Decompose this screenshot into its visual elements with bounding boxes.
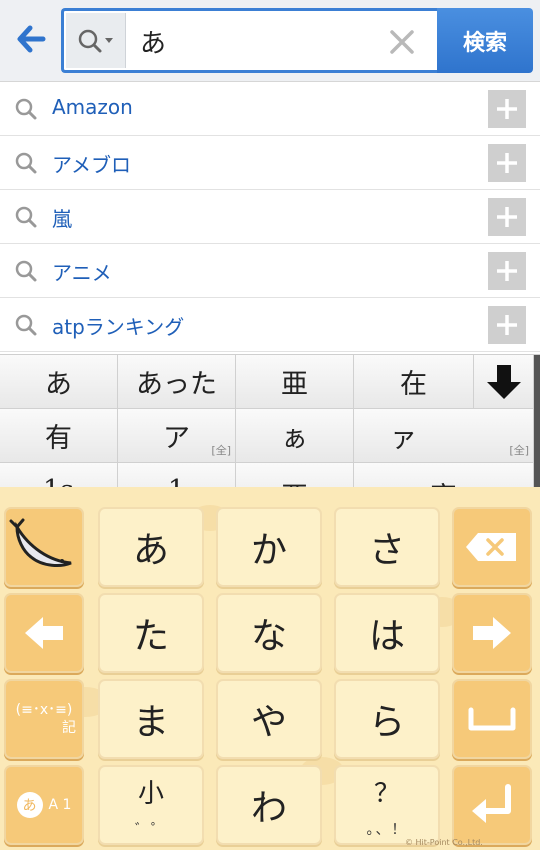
fish-theme-key[interactable]: [4, 507, 84, 587]
fish-icon: [9, 518, 72, 567]
suggestion-text: Amazon: [52, 95, 133, 119]
search-icon: [15, 98, 37, 120]
candidate-text: ぁ: [281, 423, 308, 454]
candidate-item[interactable]: 1s: [0, 463, 118, 488]
suggestion-item[interactable]: Amazon: [0, 82, 540, 136]
search-submit-button[interactable]: 検索: [437, 8, 533, 73]
plus-icon: [497, 207, 517, 227]
scrollbar[interactable]: [534, 355, 540, 488]
candidate-row: 1s 1 亜 宇: [0, 463, 540, 488]
key-punctuation[interactable]: ？ 。、！: [334, 765, 440, 845]
suggestion-item[interactable]: atpランキング: [0, 298, 540, 352]
expand-candidates-button[interactable]: [474, 355, 534, 409]
candidate-item[interactable]: ァ [全]: [354, 409, 534, 463]
key-ta[interactable]: た: [98, 593, 204, 673]
candidate-text: ア: [163, 423, 190, 454]
append-suggestion-button[interactable]: [488, 306, 526, 344]
candidate-item[interactable]: 宇: [354, 463, 534, 488]
key-ra[interactable]: ら: [334, 679, 440, 759]
key-small-label: 小: [137, 779, 164, 809]
suggestion-text: アニメ: [52, 261, 112, 285]
plus-icon: [497, 261, 517, 281]
plus-icon: [497, 153, 517, 173]
cursor-right-key[interactable]: [452, 593, 532, 673]
symbol-key[interactable]: (≡･x･≡) 記: [4, 679, 84, 759]
suggestion-list: Amazon アメブロ 嵐 アニメ atpランキング: [0, 82, 540, 352]
search-icon: [78, 29, 113, 52]
candidate-text: ァ: [390, 423, 417, 454]
candidate-item[interactable]: 1: [118, 463, 236, 488]
candidate-text: 有: [45, 423, 72, 454]
search-bar: あ 検索: [0, 0, 540, 82]
key-question-label: ？: [373, 779, 400, 809]
back-button[interactable]: [10, 18, 52, 60]
candidate-item[interactable]: ぁ: [236, 409, 354, 463]
search-icon: [15, 206, 37, 228]
key-dakuten[interactable]: 小 ゛゜: [98, 765, 204, 845]
candidate-row: あ あった 亜 在: [0, 355, 540, 409]
suggestion-item[interactable]: アメブロ: [0, 136, 540, 190]
suggestion-text: 嵐: [52, 207, 72, 231]
candidate-panel: あ あった 亜 在 有 ア [全] ぁ ァ [全] 1s 1 亜 宇: [0, 354, 540, 488]
arrow-left-icon: [25, 617, 63, 649]
fullwidth-tag: [全]: [211, 444, 231, 457]
space-key[interactable]: [452, 679, 532, 759]
append-suggestion-button[interactable]: [488, 198, 526, 236]
clear-button[interactable]: [385, 25, 419, 59]
suggestion-text: atpランキング: [52, 315, 185, 339]
mode-kana-indicator: あ: [16, 792, 43, 818]
symbol-key-sub: 記: [62, 720, 76, 736]
search-icon: [15, 314, 37, 336]
suggestion-item[interactable]: アニメ: [0, 244, 540, 298]
search-field[interactable]: あ: [61, 8, 439, 73]
input-mode-key[interactable]: あ A 1: [4, 765, 84, 845]
key-ya[interactable]: や: [216, 679, 322, 759]
cursor-left-key[interactable]: [4, 593, 84, 673]
candidate-item[interactable]: あった: [118, 355, 236, 409]
search-scope-dropdown[interactable]: [66, 13, 126, 68]
candidate-item[interactable]: 亜: [236, 463, 354, 488]
symbol-key-label: (≡･x･≡): [15, 701, 73, 718]
suggestion-item[interactable]: 嵐: [0, 190, 540, 244]
copyright-text: © Hit-Point Co.,Ltd.: [405, 838, 483, 847]
chevron-down-icon: [104, 37, 113, 43]
fullwidth-tag: [全]: [509, 444, 529, 457]
plus-icon: [497, 315, 517, 335]
append-suggestion-button[interactable]: [488, 252, 526, 290]
back-arrow-icon: [17, 25, 46, 53]
suggestion-text: アメブロ: [52, 153, 131, 177]
key-ka[interactable]: か: [216, 507, 322, 587]
key-na[interactable]: な: [216, 593, 322, 673]
backspace-icon: [466, 533, 516, 561]
append-suggestion-button[interactable]: [488, 90, 526, 128]
kana-keyboard: あ か さ た な は (≡･x･≡) 記 ま や ら あ A 1 小 ゛゜ わ…: [0, 487, 540, 850]
close-icon: [390, 30, 414, 54]
append-suggestion-button[interactable]: [488, 144, 526, 182]
key-a[interactable]: あ: [98, 507, 204, 587]
backspace-key[interactable]: [452, 507, 532, 587]
mode-alpha-label: A 1: [48, 796, 72, 813]
key-wa[interactable]: わ: [216, 765, 322, 845]
search-icon: [15, 152, 37, 174]
candidate-item[interactable]: あ: [0, 355, 118, 409]
space-icon: [468, 707, 516, 731]
candidate-item[interactable]: 有: [0, 409, 118, 463]
candidate-item[interactable]: 在: [354, 355, 474, 409]
enter-icon: [472, 784, 511, 823]
candidate-item[interactable]: ア [全]: [118, 409, 236, 463]
plus-icon: [497, 99, 517, 119]
arrow-down-icon: [486, 364, 521, 399]
search-icon: [15, 260, 37, 282]
key-ha[interactable]: は: [334, 593, 440, 673]
arrow-right-icon: [473, 617, 511, 649]
candidate-item[interactable]: 亜: [236, 355, 354, 409]
key-ma[interactable]: ま: [98, 679, 204, 759]
key-dakuten-label: ゛゜: [135, 822, 167, 838]
candidate-row: 有 ア [全] ぁ ァ [全]: [0, 409, 540, 463]
key-sa[interactable]: さ: [334, 507, 440, 587]
enter-key[interactable]: [452, 765, 532, 845]
search-input[interactable]: あ: [140, 23, 166, 60]
key-punct-label: 。、！: [366, 822, 408, 838]
